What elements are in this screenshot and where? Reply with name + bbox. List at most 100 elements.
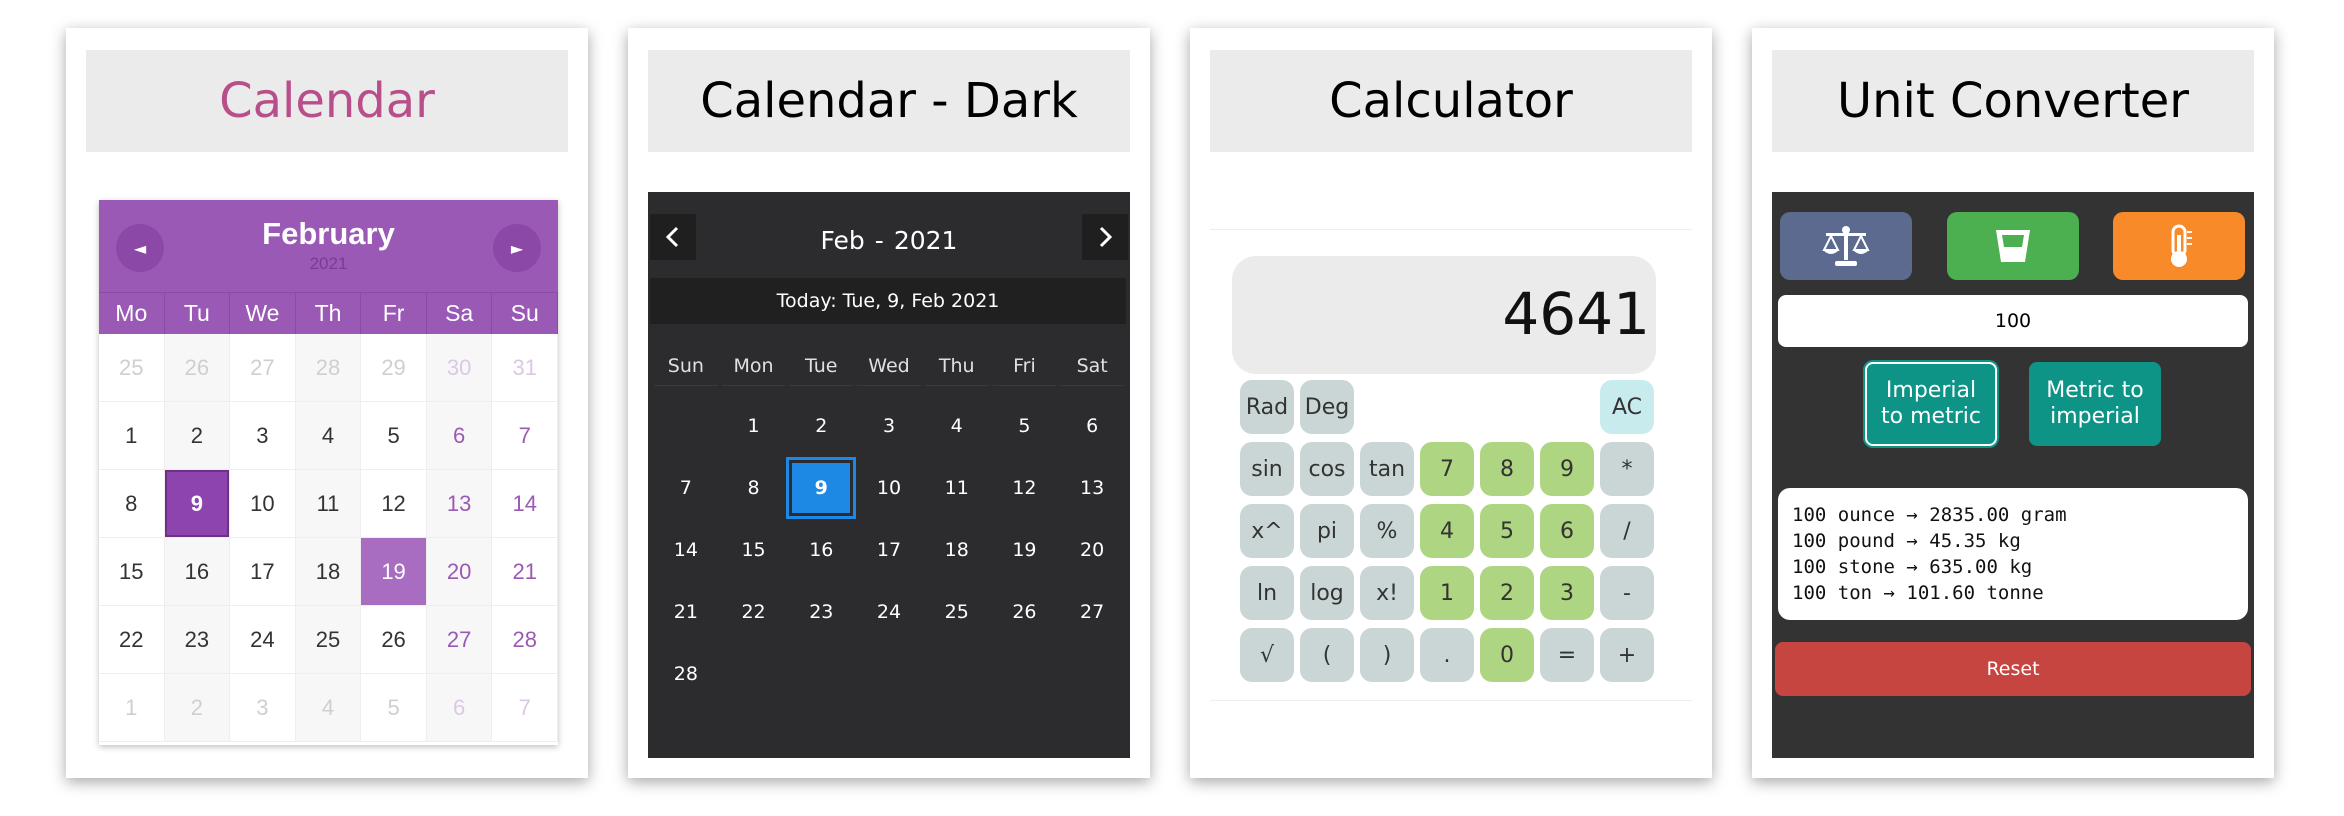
day-cell[interactable]: 27 (230, 334, 296, 402)
day-cell[interactable]: 14 (492, 470, 558, 538)
calc-key[interactable]: cos (1300, 442, 1354, 496)
day-cell[interactable]: 19 (996, 525, 1054, 575)
day-cell[interactable]: 11 (928, 463, 986, 513)
day-cell[interactable]: 7 (492, 674, 558, 742)
day-cell[interactable]: 28 (492, 606, 558, 674)
value-input[interactable] (1778, 295, 2248, 347)
day-cell[interactable]: 27 (426, 606, 493, 674)
calc-key[interactable]: 0 (1480, 628, 1534, 682)
day-cell[interactable]: 10 (860, 463, 918, 513)
calc-key[interactable]: 4 (1420, 504, 1474, 558)
day-cell[interactable]: 2 (164, 402, 231, 470)
day-cell[interactable]: 23 (792, 587, 850, 637)
day-cell[interactable]: 10 (230, 470, 296, 538)
calc-key[interactable]: ( (1300, 628, 1354, 682)
calc-key[interactable]: AC (1600, 380, 1654, 434)
calc-key[interactable]: / (1600, 504, 1654, 558)
day-cell[interactable]: 18 (295, 538, 362, 606)
day-cell[interactable]: 3 (860, 401, 918, 451)
calc-key[interactable]: 1 (1420, 566, 1474, 620)
day-cell[interactable]: 25 (99, 334, 165, 402)
weight-category-button[interactable] (1780, 212, 1912, 280)
day-cell[interactable]: 1 (99, 674, 165, 742)
day-cell[interactable]: 3 (230, 402, 296, 470)
day-cell[interactable]: 2 (164, 674, 231, 742)
calc-key[interactable]: 6 (1540, 504, 1594, 558)
calc-key[interactable]: ) (1360, 628, 1414, 682)
day-cell[interactable]: 15 (725, 525, 783, 575)
calc-key[interactable]: 2 (1480, 566, 1534, 620)
day-cell[interactable]: 12 (996, 463, 1054, 513)
day-cell[interactable]: 13 (426, 470, 493, 538)
volume-category-button[interactable] (1947, 212, 2079, 280)
calc-key[interactable]: ln (1240, 566, 1294, 620)
calc-key[interactable]: tan (1360, 442, 1414, 496)
day-cell[interactable]: 4 (295, 402, 362, 470)
day-cell[interactable]: 24 (230, 606, 296, 674)
day-cell[interactable]: 13 (1063, 463, 1121, 513)
day-cell[interactable]: 3 (230, 674, 296, 742)
calc-key[interactable]: * (1600, 442, 1654, 496)
day-cell[interactable]: 20 (426, 538, 493, 606)
day-cell[interactable]: 9 (786, 457, 857, 519)
calc-key[interactable]: Deg (1300, 380, 1354, 434)
day-cell[interactable]: 19 (361, 538, 427, 606)
calc-key[interactable]: sin (1240, 442, 1294, 496)
day-cell[interactable]: 4 (928, 401, 986, 451)
day-cell[interactable]: 11 (295, 470, 362, 538)
day-cell[interactable]: 6 (1063, 401, 1121, 451)
calc-key[interactable]: 8 (1480, 442, 1534, 496)
day-cell[interactable]: 20 (1063, 525, 1121, 575)
day-cell[interactable]: 2 (792, 401, 850, 451)
day-cell[interactable]: 28 (657, 649, 715, 699)
day-cell[interactable]: 4 (295, 674, 362, 742)
metric-to-imperial-button[interactable]: Metric to imperial (2029, 362, 2161, 446)
day-cell[interactable]: 23 (164, 606, 231, 674)
day-cell[interactable]: 25 (295, 606, 362, 674)
day-cell[interactable]: 30 (426, 334, 493, 402)
calc-key[interactable]: - (1600, 566, 1654, 620)
day-cell[interactable]: 8 (725, 463, 783, 513)
next-month-button[interactable]: ► (493, 224, 541, 272)
day-cell[interactable]: 24 (860, 587, 918, 637)
day-cell[interactable]: 5 (996, 401, 1054, 451)
day-cell[interactable]: 16 (792, 525, 850, 575)
day-cell[interactable]: 17 (230, 538, 296, 606)
day-cell[interactable]: 22 (99, 606, 165, 674)
day-cell[interactable]: 25 (928, 587, 986, 637)
calc-key[interactable]: √ (1240, 628, 1294, 682)
calc-key[interactable]: pi (1300, 504, 1354, 558)
day-cell[interactable]: 14 (657, 525, 715, 575)
temperature-category-button[interactable] (2113, 212, 2245, 280)
day-cell[interactable]: 29 (361, 334, 427, 402)
calc-key[interactable]: % (1360, 504, 1414, 558)
calc-key[interactable]: + (1600, 628, 1654, 682)
calc-key[interactable]: 3 (1540, 566, 1594, 620)
day-cell[interactable]: 18 (928, 525, 986, 575)
calc-key[interactable]: x^ (1240, 504, 1294, 558)
calc-key[interactable]: 5 (1480, 504, 1534, 558)
day-cell[interactable]: 28 (295, 334, 362, 402)
day-cell[interactable]: 22 (725, 587, 783, 637)
day-cell[interactable]: 21 (657, 587, 715, 637)
day-cell[interactable]: 6 (426, 674, 493, 742)
day-cell[interactable]: 5 (361, 674, 427, 742)
day-cell[interactable]: 7 (492, 402, 558, 470)
day-cell[interactable]: 21 (492, 538, 558, 606)
day-cell[interactable]: 31 (492, 334, 558, 402)
calc-key[interactable]: x! (1360, 566, 1414, 620)
day-cell[interactable]: 6 (426, 402, 493, 470)
next-month-button[interactable] (1082, 214, 1128, 260)
imperial-to-metric-button[interactable]: Imperial to metric (1865, 362, 1997, 446)
day-cell[interactable]: 26 (361, 606, 427, 674)
calc-key[interactable]: = (1540, 628, 1594, 682)
calc-key[interactable]: . (1420, 628, 1474, 682)
day-cell[interactable]: 5 (361, 402, 427, 470)
day-cell[interactable]: 1 (99, 402, 165, 470)
day-cell[interactable]: 9 (164, 470, 231, 538)
day-cell[interactable]: 26 (164, 334, 231, 402)
day-cell[interactable]: 27 (1063, 587, 1121, 637)
day-cell[interactable]: 1 (725, 401, 783, 451)
calc-key[interactable]: 9 (1540, 442, 1594, 496)
day-cell[interactable]: 8 (99, 470, 165, 538)
